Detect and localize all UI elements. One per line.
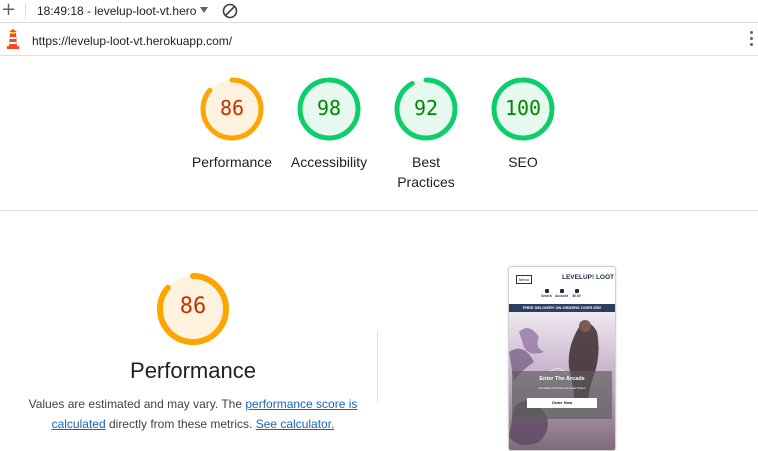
section-divider <box>0 210 758 211</box>
lighthouse-icon <box>7 29 19 49</box>
tab-title[interactable]: 18:49:18 - levelup-loot-vt.hero <box>37 4 196 18</box>
tab-strip: + 18:49:18 - levelup-loot-vt.hero <box>0 0 758 23</box>
gauge-label: Performance <box>191 154 273 170</box>
gauge-label: SEO <box>508 154 538 170</box>
gauge-performance[interactable]: 86 Performance <box>182 76 282 172</box>
dropdown-caret-icon[interactable] <box>199 5 209 15</box>
gauge-seo[interactable]: 100 SEO <box>473 76 573 172</box>
performance-title: Performance <box>130 358 256 383</box>
gauge-label: Accessibility <box>290 154 368 170</box>
blocked-circle-icon[interactable] <box>222 3 238 19</box>
new-tab-plus-icon[interactable]: + <box>1 1 17 19</box>
gauge-score: 86 <box>219 96 245 120</box>
gauge-best-practices[interactable]: 92 Best Practices <box>376 76 476 192</box>
more-options-icon[interactable] <box>750 31 754 49</box>
desc-text-mid: directly from these metrics. <box>105 417 256 431</box>
vertical-divider <box>377 331 378 403</box>
performance-score-large: 86 <box>179 294 207 319</box>
performance-description: Values are estimated and may vary. The p… <box>28 394 358 434</box>
tab-divider <box>25 3 26 19</box>
thumb-logo: LEVELUP! LOOT <box>562 274 614 281</box>
desc-text-start: Values are estimated and may vary. The <box>28 397 246 411</box>
gauge-score: 100 <box>504 96 542 120</box>
thumb-search-icon: Search <box>539 289 554 298</box>
thumb-account-icon: Account <box>554 289 569 298</box>
final-screenshot-thumbnail[interactable]: Menu LEVELUP! LOOT Search Account $0.00 FR… <box>508 266 616 451</box>
url-bar: https://levelup-loot-vt.herokuapp.com/ <box>0 23 758 56</box>
thumb-cart-icon: $0.00 <box>569 289 584 298</box>
thumb-hero-subtitle: Get Retro Products At Great Prices <box>538 386 586 390</box>
thumb-order-button: Order Now <box>527 398 597 408</box>
gauge-score: 92 <box>413 96 439 120</box>
see-calculator-link[interactable]: See calculator. <box>256 417 335 431</box>
thumb-hero-title: Enter The Arcade <box>539 376 585 382</box>
gauge-score: 98 <box>316 96 342 120</box>
page-url[interactable]: https://levelup-loot-vt.herokuapp.com/ <box>32 34 232 48</box>
gauge-accessibility[interactable]: 98 Accessibility <box>279 76 379 172</box>
gauge-label: Best Practices <box>397 154 455 190</box>
thumb-menu-button: Menu <box>516 275 533 284</box>
thumb-delivery-banner: FREE DELIVERY ON ORDERS OVER €50! <box>509 304 615 312</box>
thumb-icons: Search Account $0.00 <box>539 289 589 298</box>
